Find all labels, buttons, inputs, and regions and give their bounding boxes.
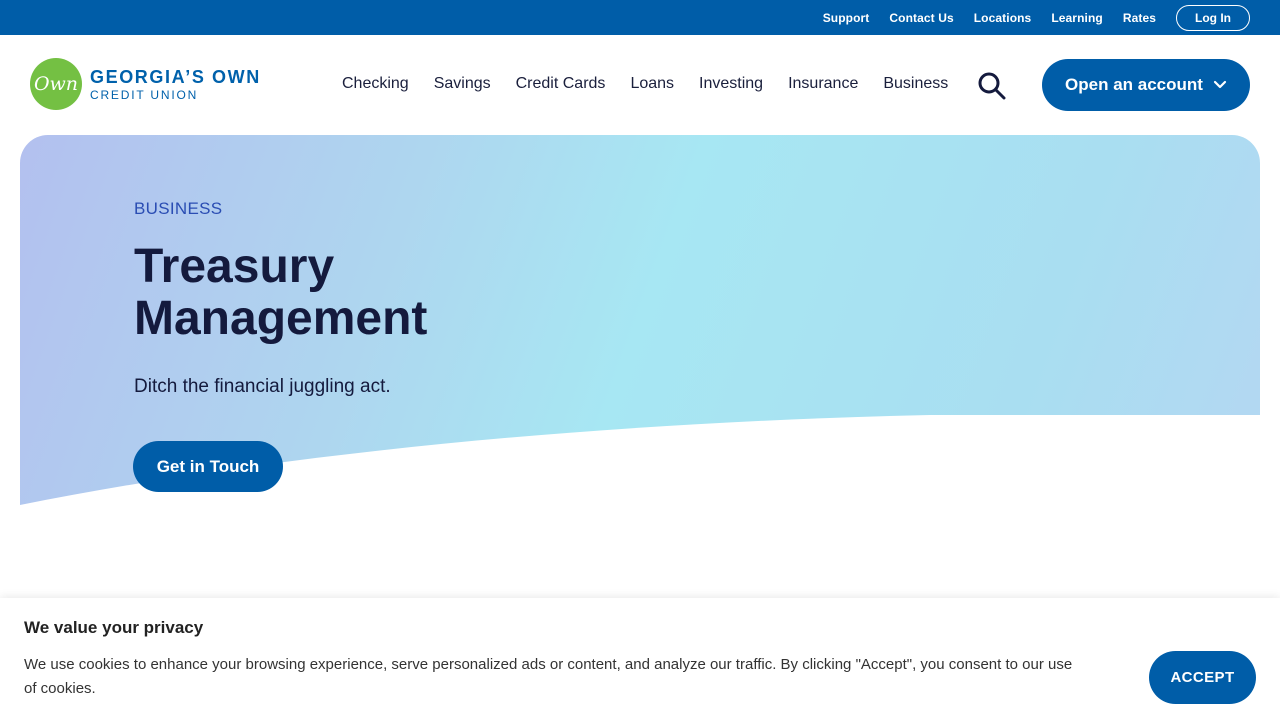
page-title: Treasury Management: [134, 240, 428, 345]
nav-item-loans[interactable]: Loans: [630, 73, 674, 95]
nav-item-savings[interactable]: Savings: [434, 73, 491, 95]
open-account-button[interactable]: Open an account: [1042, 59, 1250, 111]
nav-item-insurance[interactable]: Insurance: [788, 73, 858, 95]
accept-cookies-button[interactable]: ACCEPT: [1149, 651, 1256, 704]
logo-badge: Own: [30, 58, 82, 110]
hero-banner: BUSINESS Treasury Management Ditch the f…: [20, 135, 1260, 505]
logo-title: GEORGIA’S OWN: [90, 66, 261, 87]
logo[interactable]: Own GEORGIA’S OWN CREDIT UNION: [30, 58, 261, 110]
utility-link-support[interactable]: Support: [823, 11, 870, 25]
logo-text: GEORGIA’S OWN CREDIT UNION: [90, 68, 261, 101]
open-account-label: Open an account: [1065, 75, 1203, 94]
chevron-down-icon: [1213, 80, 1227, 90]
utility-bar: Support Contact Us Locations Learning Ra…: [0, 0, 1280, 35]
utility-link-rates[interactable]: Rates: [1123, 11, 1156, 25]
cookie-banner: We value your privacy We use cookies to …: [0, 598, 1280, 720]
hero-subtitle: Ditch the financial juggling act.: [134, 376, 391, 397]
nav-item-credit-cards[interactable]: Credit Cards: [516, 73, 606, 95]
cookie-text: We use cookies to enhance your browsing …: [24, 656, 1073, 697]
logo-subtitle: CREDIT UNION: [90, 87, 199, 102]
utility-link-learning[interactable]: Learning: [1051, 11, 1102, 25]
main-nav: Checking Savings Credit Cards Loans Inve…: [330, 73, 973, 95]
main-header: Own GEORGIA’S OWN CREDIT UNION Checking …: [0, 35, 1280, 135]
utility-link-locations[interactable]: Locations: [974, 11, 1032, 25]
nav-item-investing[interactable]: Investing: [699, 73, 763, 95]
login-button[interactable]: Log In: [1176, 4, 1250, 31]
search-icon: [978, 72, 1006, 100]
get-in-touch-button[interactable]: Get in Touch: [133, 441, 283, 492]
nav-item-business[interactable]: Business: [883, 73, 948, 95]
search-button[interactable]: [975, 72, 1009, 100]
nav-item-checking[interactable]: Checking: [342, 73, 409, 95]
cookie-title: We value your privacy: [24, 618, 204, 637]
utility-link-contact-us[interactable]: Contact Us: [889, 11, 953, 25]
hero-eyebrow: BUSINESS: [134, 199, 223, 218]
